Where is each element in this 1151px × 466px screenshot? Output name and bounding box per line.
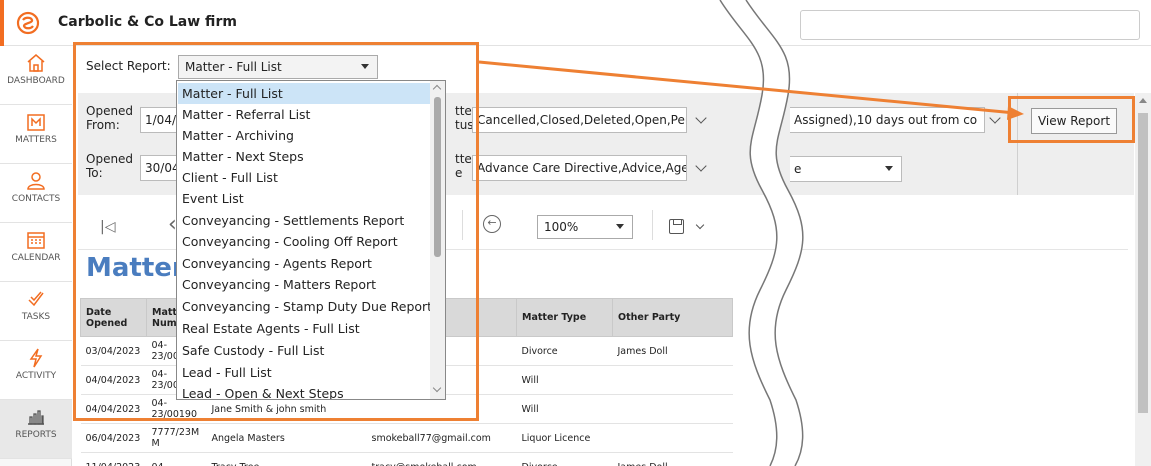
zoom-value: 100% [544,220,579,234]
options-scrollbar-thumb[interactable] [434,97,441,257]
sidebar-item-label: DASHBOARD [7,76,65,86]
report-option[interactable]: Lead - Open & Next Steps [178,383,432,399]
tasks-icon [28,291,44,307]
report-option[interactable]: Event List [178,188,432,209]
view-report-button[interactable]: View Report [1031,108,1117,134]
select-report-value: Matter - Full List [185,60,282,74]
report-title: Matter [86,253,185,283]
opened-from-label: Opened From: [86,104,134,132]
matter-type-multiselect[interactable]: Advance Care Directive,Advice,Ager [472,155,687,181]
report-option[interactable]: Conveyancing - Matters Report [178,274,432,295]
report-option[interactable]: Conveyancing - Stamp Duty Due Report [178,296,432,317]
sidebar-item-label: ACTIVITY [15,371,57,381]
sidebar-item-label: REPORTS [15,430,57,440]
chevron-up-icon[interactable] [432,84,442,94]
page-scrollbar[interactable] [1135,93,1151,466]
sidebar-item-label: TASKS [21,312,51,322]
brand-accent-strip [0,0,4,46]
firm-name: Carbolic & Co Law firm [58,14,237,30]
sidebar-item-calendar[interactable]: CALENDAR [0,223,72,282]
report-option[interactable]: Matter - Full List [178,83,432,104]
opened-to-label: Opened To: [86,152,134,180]
scrollbar-thumb[interactable] [1138,113,1148,413]
scroll-up-icon[interactable] [1139,98,1147,103]
activity-icon [29,348,43,368]
report-option[interactable]: Lead - Full List [178,362,432,383]
toolbar-divider [462,210,463,240]
matters-icon [27,114,45,131]
report-option[interactable]: Conveyancing - Agents Report [178,253,432,274]
save-icon[interactable] [669,219,684,234]
report-option[interactable]: Conveyancing - Settlements Report [178,210,432,231]
column-header: Other Party [612,298,733,337]
reports-icon [28,410,44,425]
smokeball-logo-icon[interactable] [16,11,40,35]
dropdown-arrow-icon [885,166,893,171]
sidebar-item-contacts[interactable]: CONTACTS [0,164,72,223]
report-option[interactable]: Matter - Referral List [178,104,432,125]
sidebar-item-dashboard[interactable]: DASHBOARD [0,46,72,105]
column-header: Matter Type [516,298,613,337]
home-icon [27,54,45,72]
select-report-dropdown[interactable]: Matter - Full List [178,55,378,79]
contacts-icon [27,172,45,190]
filter-separator [1017,93,1018,195]
table-row: 11/04/202304-Tracy Treetracy@smokeball.c… [80,452,733,466]
dropdown-arrow-icon [361,64,369,69]
options-scrollbar[interactable] [430,81,445,399]
table-row: 06/04/2023 7777/23M M Angela Masters smokeb… [80,423,733,453]
calendar-icon [27,232,45,249]
report-option[interactable]: Conveyancing - Cooling Off Report [178,231,432,252]
dropdown-arrow-icon [616,224,624,229]
select-report-label: Select Report: [86,59,171,73]
global-search-input[interactable] [800,10,1140,40]
report-option[interactable]: Real Estate Agents - Full List [178,318,432,339]
report-option[interactable]: Safe Custody - Full List [178,340,432,361]
matter-status-multiselect[interactable]: Cancelled,Closed,Deleted,Open,Pen [472,107,687,133]
report-options-list[interactable]: Matter - Full List Matter - Referral Lis… [176,80,446,400]
sidebar-item-activity[interactable]: ACTIVITY [0,341,72,400]
partial-select-dropdown[interactable]: e [790,156,902,182]
sidebar-nav: DASHBOARD MATTERS CONTACTS CALENDAR TASK… [0,46,72,466]
first-page-icon[interactable]: |◁ [100,219,115,235]
sidebar-item-matters[interactable]: MATTERS [0,105,72,164]
sidebar-item-reports[interactable]: REPORTS [0,400,72,459]
assigned-multiselect[interactable]: Assigned),10 days out from co [790,107,985,133]
chevron-down-icon[interactable] [695,220,705,230]
back-arrow-icon[interactable]: ← [483,215,501,233]
report-option[interactable]: Client - Full List [178,167,432,188]
sidebar-item-label: CONTACTS [11,194,61,204]
column-header: Date Opened [80,298,147,337]
chevron-down-icon[interactable] [432,383,442,393]
top-bar: Carbolic & Co Law firm [0,0,1151,46]
sidebar-item-tasks[interactable]: TASKS [0,282,72,341]
sidebar-item-label: CALENDAR [11,253,61,263]
report-option[interactable]: Matter - Next Steps [178,146,432,167]
zoom-dropdown[interactable]: 100% [537,215,633,239]
report-option[interactable]: Matter - Archiving [178,125,432,146]
toolbar-divider [652,210,653,240]
sidebar-item-label: MATTERS [15,135,57,145]
